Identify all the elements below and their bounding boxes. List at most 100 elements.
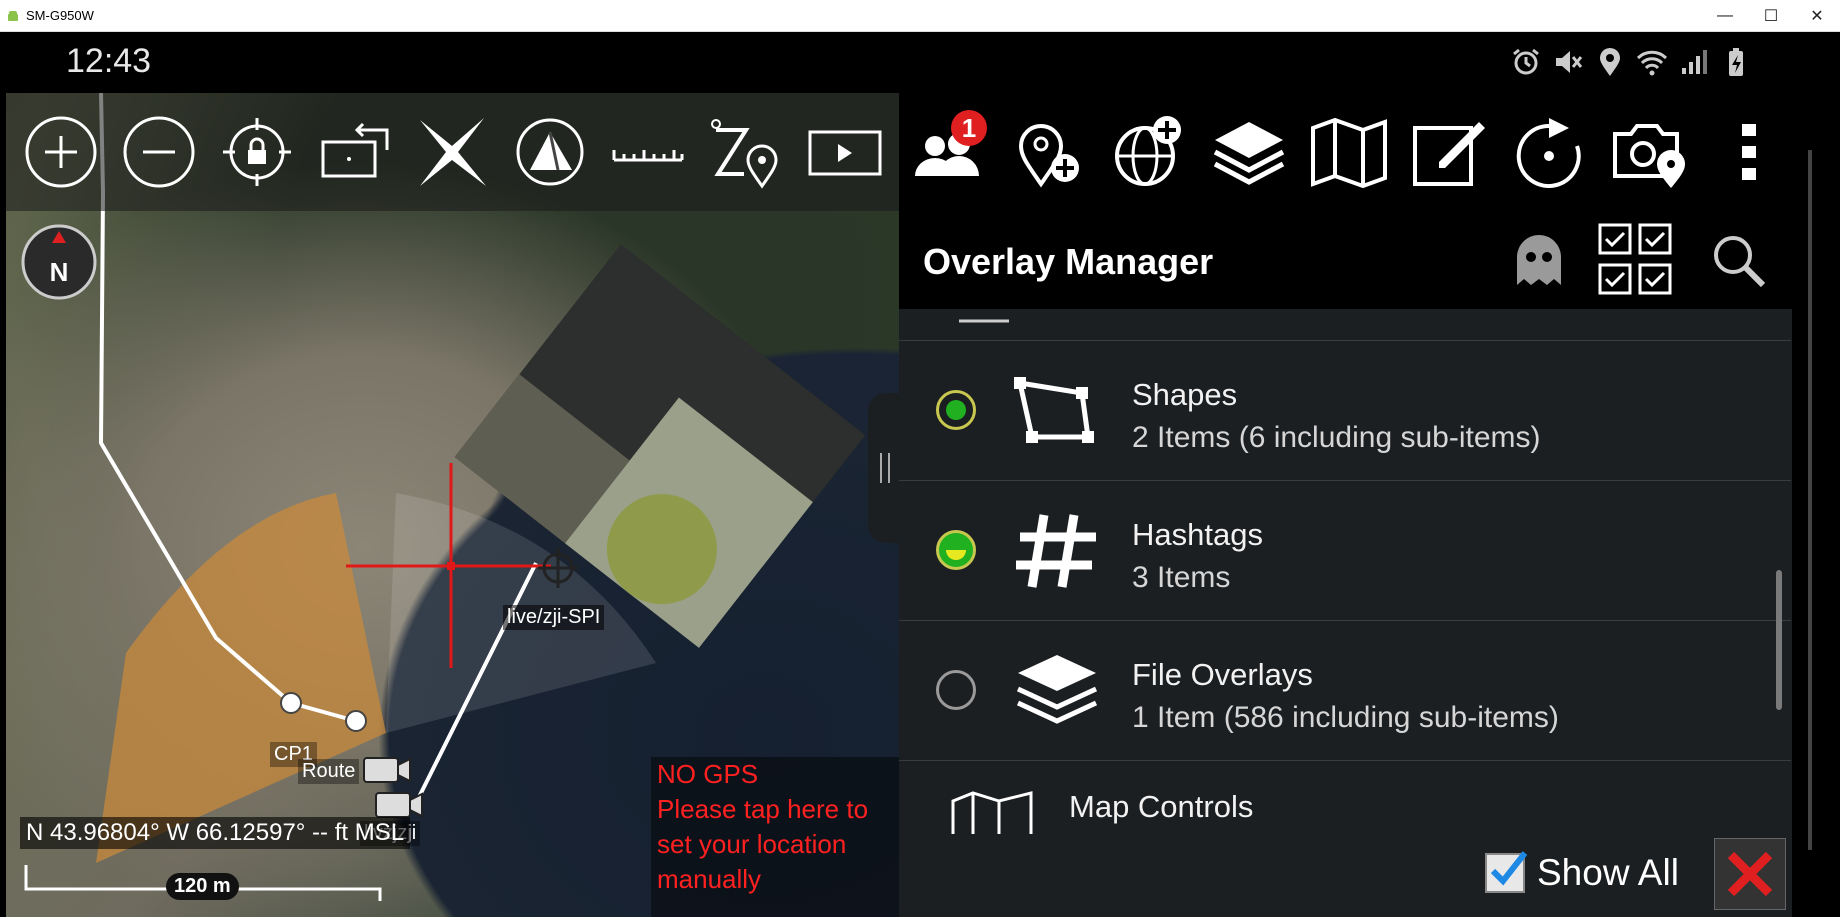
camera-location-button[interactable]: [1599, 102, 1699, 202]
lock-crosshair-icon: [222, 118, 291, 186]
item-title: Hashtags: [1132, 517, 1263, 552]
show-all-toggle[interactable]: Show All: [1485, 851, 1679, 894]
visibility-toggle[interactable]: [936, 670, 976, 710]
check-icon: [1490, 851, 1527, 886]
zoom-out-button[interactable]: [116, 109, 202, 195]
overlay-list: Shapes 2 Items (6 including sub-items) H…: [899, 309, 1792, 834]
grip-icon: [880, 453, 890, 483]
minus-icon: [123, 116, 195, 188]
sensor-fov-wedge: [96, 493, 386, 863]
clear-map-button[interactable]: [409, 109, 495, 195]
camera-marker[interactable]: [363, 757, 411, 783]
globe-add-icon: [1115, 116, 1181, 186]
coordinate-readout[interactable]: N 43.96804° W 66.12597° -- ft MSL: [20, 817, 411, 849]
no-gps-line: manually: [657, 864, 762, 894]
drawing-tools-button[interactable]: [1399, 102, 1499, 202]
alarm-icon: [1513, 48, 1539, 75]
add-overlay-button[interactable]: [1099, 102, 1199, 202]
wifi-icon: [1636, 50, 1668, 76]
list-item-map-controls[interactable]: Map Controls: [899, 761, 1791, 834]
visibility-toggle[interactable]: [936, 390, 976, 430]
zoom-to-point-button[interactable]: [703, 109, 789, 195]
zoom-in-button[interactable]: [18, 109, 104, 195]
close-window-button[interactable]: ✕: [1794, 0, 1840, 32]
tilt-3d-button[interactable]: [507, 109, 593, 195]
map-view[interactable]: N live/zji-SPI CP1 Route livzjzji N 43.9…: [6, 93, 899, 917]
compass-label: N: [50, 257, 69, 287]
plus-icon: [25, 116, 97, 188]
show-all-label: Show All: [1537, 852, 1679, 893]
route-point[interactable]: [280, 692, 302, 714]
item-title: File Overlays: [1132, 657, 1313, 692]
route-point[interactable]: [345, 710, 367, 732]
rotate-map-button[interactable]: [312, 109, 398, 195]
list-item-hashtags[interactable]: Hashtags 3 Items: [899, 481, 1791, 621]
visibility-dot: [946, 540, 966, 560]
ruler-icon: [612, 150, 684, 162]
ruler-button[interactable]: [605, 109, 691, 195]
spi-label: live/zji-SPI: [503, 605, 605, 630]
visibility-toggle[interactable]: [936, 530, 976, 570]
more-vertical-icon: [1742, 124, 1756, 180]
list-item-file-overlays[interactable]: File Overlays 1 Item (586 including sub-…: [899, 621, 1791, 761]
camera-pin-icon: [1613, 124, 1685, 188]
add-point-button[interactable]: [999, 102, 1099, 202]
window-title: SM-G950W: [26, 8, 94, 23]
shapes-icon: [1014, 377, 1094, 443]
no-gps-banner[interactable]: NO GPS Please tap here to set your locat…: [651, 757, 899, 917]
list-item-shapes[interactable]: Shapes 2 Items (6 including sub-items): [899, 341, 1791, 481]
checklist-icon: [1598, 223, 1672, 295]
map-toolbar: [6, 93, 899, 211]
scale-label: 120 m: [166, 873, 239, 900]
route-label: Route: [298, 759, 360, 784]
route-button[interactable]: [1499, 102, 1599, 202]
video-player-button[interactable]: [801, 109, 887, 195]
map-icon: [951, 791, 1033, 834]
item-subtitle: 3 Items: [1132, 561, 1231, 594]
no-gps-line: NO GPS: [657, 759, 759, 789]
rotate-icon: [321, 122, 389, 178]
multi-select-button[interactable]: [1591, 221, 1681, 301]
layers-icon: [1016, 655, 1098, 724]
notification-badge: 1: [951, 110, 987, 146]
search-icon: [1714, 236, 1766, 288]
no-gps-line: Please tap here to: [657, 794, 869, 824]
android-icon: [8, 10, 18, 21]
compass-icon[interactable]: N: [20, 223, 98, 301]
partial-item-icon: [959, 319, 1009, 323]
status-clock: 12:43: [66, 42, 152, 80]
list-item[interactable]: [899, 309, 1791, 341]
item-subtitle: 1 Item (586 including sub-items): [1132, 701, 1559, 734]
contacts-button[interactable]: 1: [899, 102, 999, 202]
window-edge-scrollbar: [1808, 150, 1812, 850]
hashtag-icon: [1016, 514, 1096, 588]
maps-button[interactable]: [1299, 102, 1399, 202]
battery-icon: [1729, 48, 1743, 76]
lock-location-button[interactable]: [214, 109, 300, 195]
search-button[interactable]: [1694, 221, 1784, 301]
show-all-checkbox[interactable]: [1485, 851, 1527, 893]
visibility-dot: [946, 400, 966, 420]
z-pin-icon: [711, 119, 778, 189]
close-panel-button[interactable]: [1714, 838, 1786, 910]
x-mark-icon: [420, 118, 487, 186]
maximize-button[interactable]: ☐: [1748, 0, 1794, 32]
map-icon: [1311, 117, 1387, 189]
pin-add-icon: [1018, 124, 1079, 188]
tools-toolbar: 1: [899, 93, 1840, 211]
route-flag-icon: [1516, 118, 1581, 188]
list-scrollbar[interactable]: [1776, 570, 1782, 710]
play-icon: [808, 130, 882, 176]
status-bar: 12:43: [0, 32, 1840, 94]
camera-marker[interactable]: [375, 792, 423, 818]
hide-all-button[interactable]: [1494, 221, 1584, 301]
panel-header: Overlay Manager: [899, 211, 1792, 309]
overlay-manager-button[interactable]: [1199, 102, 1299, 202]
window-titlebar: SM-G950W — ☐ ✕: [0, 0, 1840, 32]
minimize-button[interactable]: —: [1702, 0, 1748, 32]
ghost-icon: [1517, 235, 1561, 285]
more-menu-button[interactable]: [1699, 102, 1799, 202]
close-icon: [1727, 851, 1773, 897]
panel-footer: Show All: [899, 834, 1792, 917]
panel-drag-handle[interactable]: [868, 393, 899, 543]
